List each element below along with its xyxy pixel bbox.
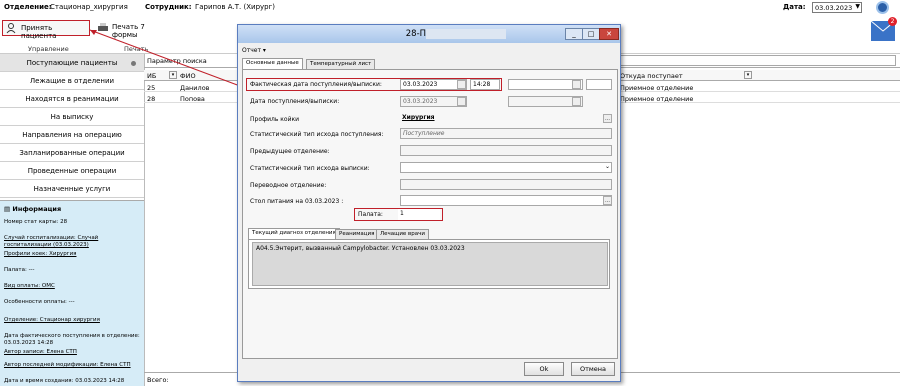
tab-main-data[interactable]: Основные данные — [242, 58, 303, 69]
stat-in-select: Поступление — [400, 128, 612, 139]
redacted-name — [426, 29, 506, 39]
food-table-input[interactable] — [400, 195, 612, 206]
ok-button[interactable]: Ok — [524, 362, 564, 376]
fact-time-input[interactable]: 14:28 — [470, 79, 500, 90]
discharge-time-input[interactable] — [586, 79, 612, 90]
bed-profile-value[interactable]: Хирургия — [400, 113, 612, 124]
ward-label: Палата: — [358, 211, 383, 218]
calendar-icon[interactable] — [572, 80, 581, 89]
report-menu[interactable]: Отчет ▾ — [242, 47, 266, 54]
bed-profile-label: Профиль койки — [250, 116, 300, 123]
tab-doctors[interactable]: Лечащие врачи — [376, 229, 429, 239]
food-table-label: Стол питания на 03.03.2023 : — [250, 198, 344, 205]
cancel-button[interactable]: Отмена — [571, 362, 615, 376]
calendar-icon — [457, 97, 466, 106]
diagnosis-text[interactable]: A04.5.Энтерит, вызванный Campylobacter. … — [252, 242, 608, 286]
stat-out-select[interactable]: ⌄ — [400, 162, 612, 173]
tab-temperature[interactable]: Температурный лист — [306, 59, 376, 69]
calendar-icon[interactable] — [457, 80, 466, 89]
prev-dept-label: Предыдущее отделение: — [250, 148, 330, 155]
dialog-titlebar[interactable]: 28-Попова _ □ ✕ — [238, 25, 620, 43]
calendar-icon — [572, 97, 581, 106]
ellipsis-icon[interactable]: … — [603, 196, 612, 205]
ward-input[interactable]: 1 — [398, 209, 440, 220]
transfer-dept-select — [400, 179, 612, 190]
stat-in-label: Статистический тип исхода поступления: — [250, 131, 384, 138]
annotation-arrow — [89, 29, 241, 87]
transfer-dept-label: Переводное отделение: — [250, 182, 327, 189]
fact-date-label: Фактическая дата поступления/выписки: — [250, 81, 382, 88]
close-icon[interactable]: ✕ — [599, 28, 619, 40]
minimize-icon[interactable]: _ — [565, 28, 583, 40]
ellipsis-icon[interactable]: … — [603, 114, 612, 123]
stat-out-label: Статистический тип исхода выписки: — [250, 165, 370, 172]
admission-date-label: Дата поступления/выписки: — [250, 98, 340, 105]
patient-dialog: 28-Попова _ □ ✕ Отчет ▾ Основные данные … — [237, 24, 621, 382]
tab-icu[interactable]: Реанимация — [335, 229, 379, 239]
maximize-icon[interactable]: □ — [582, 28, 600, 40]
prev-dept-select — [400, 145, 612, 156]
tab-current-diagnosis[interactable]: Текущий диагноз отделения — [248, 228, 340, 239]
chevron-down-icon: ⌄ — [604, 163, 610, 170]
